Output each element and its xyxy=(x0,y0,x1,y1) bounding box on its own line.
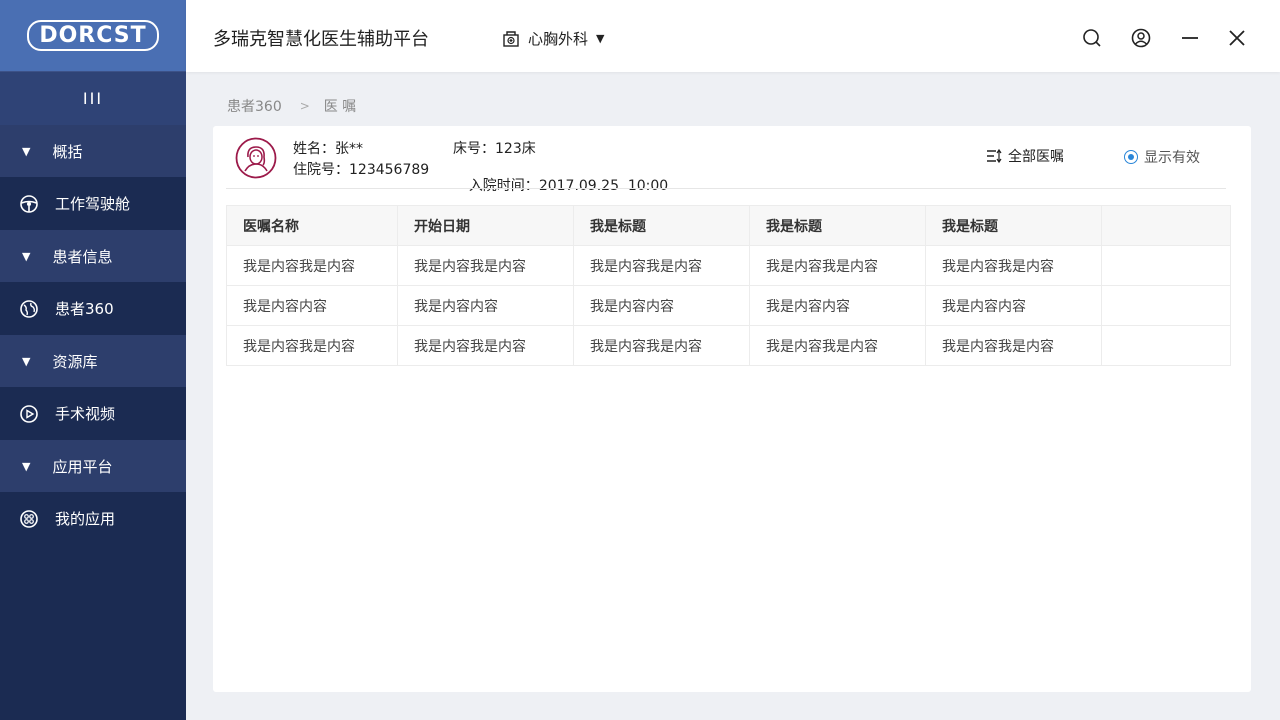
search-icon[interactable] xyxy=(1082,28,1102,48)
patient-name: 姓名：张** xyxy=(293,138,363,158)
divider xyxy=(226,188,1226,189)
table-cell: 我是内容我是内容 xyxy=(226,245,398,286)
all-orders-label: 全部医嘱 xyxy=(1008,149,1064,165)
table-cell xyxy=(1101,325,1231,366)
logo: DORCST xyxy=(27,20,159,51)
apps-icon xyxy=(19,509,39,529)
minimize-icon[interactable] xyxy=(1180,28,1200,48)
table-cell xyxy=(1101,245,1231,286)
bed-value: 123床 xyxy=(495,141,536,157)
sidebar-group-label: 患者信息 xyxy=(52,247,113,266)
table-cell: 我是内容我是内容 xyxy=(749,245,926,286)
orders-card: 姓名：张** 床号：123床 住院号：123456789 入院时间：2017.0… xyxy=(213,126,1251,692)
sidebar-group-app-platform[interactable]: ▼ 应用平台 xyxy=(0,440,186,492)
sidebar-item-my-apps[interactable]: 我的应用 xyxy=(0,492,186,545)
user-icon[interactable] xyxy=(1131,28,1151,48)
steering-wheel-icon xyxy=(19,194,39,214)
sidebar-group-resources[interactable]: ▼ 资源库 xyxy=(0,335,186,387)
sidebar-group-overview[interactable]: ▼ 概括 xyxy=(0,125,186,177)
show-valid-radio[interactable]: 显示有效 xyxy=(1124,147,1200,167)
admission-label: 住院号： xyxy=(293,162,349,178)
sort-list-icon xyxy=(986,148,1002,164)
patient-avatar-icon xyxy=(235,137,277,179)
name-value: 张** xyxy=(335,141,363,157)
column-header[interactable]: 我是标题 xyxy=(573,205,750,246)
sidebar-group-label: 资源库 xyxy=(52,352,98,371)
collapse-menu-button[interactable]: III xyxy=(0,71,186,125)
table-cell: 我是内容内容 xyxy=(925,285,1102,326)
caret-down-icon: ▼ xyxy=(22,249,31,263)
sidebar-item-label: 患者360 xyxy=(55,300,114,318)
sidebar-group-label: 应用平台 xyxy=(52,457,113,476)
column-header[interactable]: 我是标题 xyxy=(925,205,1102,246)
hospital-icon xyxy=(502,30,520,48)
chevron-right-icon: > xyxy=(299,99,310,113)
column-header[interactable]: 我是标题 xyxy=(749,205,926,246)
table-cell: 我是内容内容 xyxy=(749,285,926,326)
table-cell: 我是内容内容 xyxy=(573,285,750,326)
breadcrumb-current: 医 嘱 xyxy=(323,99,357,115)
table-header-row: 医嘱名称 开始日期 我是标题 我是标题 我是标题 xyxy=(226,205,1231,246)
show-valid-label: 显示有效 xyxy=(1144,150,1200,166)
sidebar-item-label: 我的应用 xyxy=(55,510,116,528)
table-cell: 我是内容内容 xyxy=(226,285,398,326)
table-cell: 我是内容我是内容 xyxy=(749,325,926,366)
breadcrumb: 患者360 > 医 嘱 xyxy=(227,96,356,116)
column-header[interactable]: 医嘱名称 xyxy=(226,205,398,246)
sidebar-item-patient360[interactable]: 患者360 xyxy=(0,282,186,335)
sidebar-group-label: 概括 xyxy=(52,142,83,161)
close-icon[interactable] xyxy=(1227,28,1247,48)
globe-icon xyxy=(19,299,39,319)
table-cell: 我是内容我是内容 xyxy=(397,245,574,286)
sidebar: DORCST III ▼ 概括 工作驾驶舱 ▼ 患者信息 患者360 ▼ 资源库… xyxy=(0,0,186,720)
sidebar-item-label: 手术视频 xyxy=(55,405,116,423)
column-header[interactable]: 开始日期 xyxy=(397,205,574,246)
department-selector[interactable]: 心胸外科 ▼ xyxy=(502,28,604,49)
sidebar-group-patient-info[interactable]: ▼ 患者信息 xyxy=(0,230,186,282)
logo-area: DORCST xyxy=(0,0,186,71)
play-icon xyxy=(19,404,39,424)
table-cell: 我是内容我是内容 xyxy=(573,325,750,366)
admit-time-label: 入院时间： xyxy=(468,178,539,194)
department-label: 心胸外科 xyxy=(528,30,589,48)
table-cell: 我是内容我是内容 xyxy=(226,325,398,366)
radio-selected-icon xyxy=(1124,150,1138,164)
caret-down-icon: ▼ xyxy=(596,32,605,45)
table-cell: 我是内容内容 xyxy=(397,285,574,326)
name-label: 姓名： xyxy=(293,141,335,157)
column-header xyxy=(1101,205,1231,246)
table-row[interactable]: 我是内容我是内容 我是内容我是内容 我是内容我是内容 我是内容我是内容 我是内容… xyxy=(226,325,1231,366)
sidebar-item-label: 工作驾驶舱 xyxy=(55,195,131,213)
table-cell: 我是内容我是内容 xyxy=(925,325,1102,366)
patient-bed: 床号：123床 xyxy=(453,138,536,158)
menu-collapse-icon: III xyxy=(82,89,104,108)
app-title: 多瑞克智慧化医生辅助平台 xyxy=(213,29,429,50)
top-header: 多瑞克智慧化医生辅助平台 心胸外科 ▼ xyxy=(186,0,1280,72)
table-row[interactable]: 我是内容我是内容 我是内容我是内容 我是内容我是内容 我是内容我是内容 我是内容… xyxy=(226,245,1231,286)
table-row[interactable]: 我是内容内容 我是内容内容 我是内容内容 我是内容内容 我是内容内容 xyxy=(226,285,1231,326)
table-cell xyxy=(1101,285,1231,326)
table-cell: 我是内容我是内容 xyxy=(925,245,1102,286)
caret-down-icon: ▼ xyxy=(22,459,31,473)
patient-admission-no: 住院号：123456789 xyxy=(293,159,429,179)
sidebar-item-surgery-video[interactable]: 手术视频 xyxy=(0,387,186,440)
admit-time-value: 2017.09.25 10:00 xyxy=(538,178,669,194)
sidebar-item-cockpit[interactable]: 工作驾驶舱 xyxy=(0,177,186,230)
patient-admit-time: 入院时间：2017.09.25 10:00 xyxy=(451,159,668,211)
caret-down-icon: ▼ xyxy=(22,144,31,158)
breadcrumb-parent[interactable]: 患者360 xyxy=(227,96,282,116)
table-cell: 我是内容我是内容 xyxy=(397,325,574,366)
orders-table: 医嘱名称 开始日期 我是标题 我是标题 我是标题 我是内容我是内容 我是内容我是… xyxy=(226,205,1231,366)
all-orders-filter[interactable]: 全部医嘱 xyxy=(986,146,1064,166)
table-cell: 我是内容我是内容 xyxy=(573,245,750,286)
bed-label: 床号： xyxy=(453,141,495,157)
caret-down-icon: ▼ xyxy=(22,354,31,368)
admission-value: 123456789 xyxy=(349,162,430,178)
